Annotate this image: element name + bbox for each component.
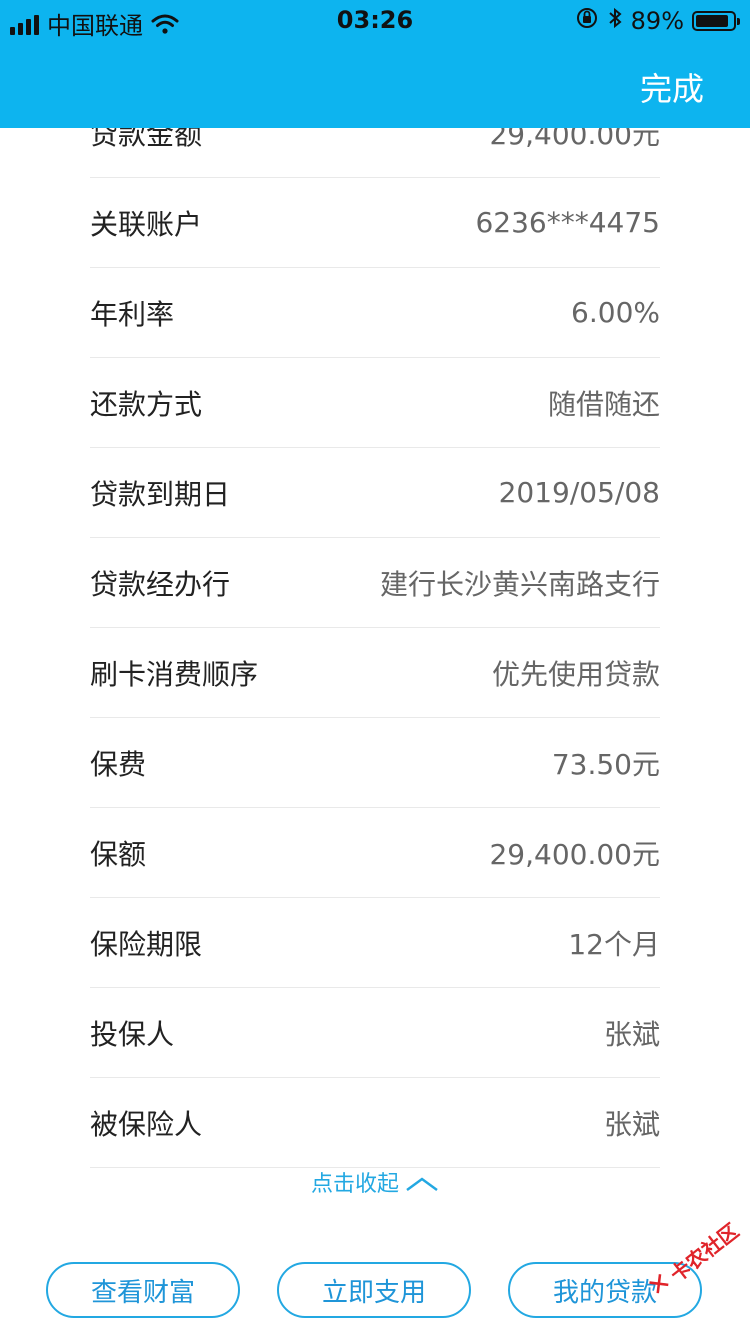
battery-cap [737, 18, 740, 25]
detail-row-annual-rate: 年利率 6.00% [90, 268, 660, 358]
detail-row-due-date: 贷款到期日 2019/05/08 [90, 448, 660, 538]
detail-label: 贷款到期日 [90, 477, 231, 511]
detail-value: 张斌 [603, 1017, 660, 1051]
detail-row-insured-amount: 保额 29,400.00元 [90, 808, 660, 898]
collapse-link[interactable]: 点击收起 [0, 1166, 750, 1198]
detail-label: 保费 [90, 747, 147, 781]
detail-value: 12个月 [568, 927, 660, 961]
detail-row-repayment-method: 还款方式 随借随还 [90, 358, 660, 448]
detail-label: 关联账户 [90, 207, 203, 241]
battery-fill [696, 15, 728, 27]
detail-row-insurance-term: 保险期限 12个月 [90, 898, 660, 988]
detail-label: 年利率 [90, 297, 175, 331]
screen: 贷款金额 29,400.00元 关联账户 6236***4475 年利率 6.0… [0, 0, 750, 1334]
detail-value: 建行长沙黄兴南路支行 [379, 567, 660, 601]
detail-row-card-payment-order: 刷卡消费顺序 优先使用贷款 [90, 628, 660, 718]
detail-value: 优先使用贷款 [491, 657, 660, 691]
detail-row-handling-bank: 贷款经办行 建行长沙黄兴南路支行 [90, 538, 660, 628]
detail-value: 张斌 [603, 1107, 660, 1141]
detail-label: 被保险人 [90, 1107, 203, 1141]
header: 中国联通 03:26 89% 完成 [0, 0, 750, 128]
loan-details-list: 贷款金额 29,400.00元 关联账户 6236***4475 年利率 6.0… [90, 88, 660, 1168]
chevron-up-icon [405, 1173, 439, 1198]
detail-value: 6236***4475 [475, 206, 660, 239]
detail-row-insured-person: 被保险人 张斌 [90, 1078, 660, 1168]
detail-value: 73.50元 [551, 747, 660, 781]
detail-row-premium: 保费 73.50元 [90, 718, 660, 808]
status-bar: 中国联通 03:26 89% [0, 0, 750, 40]
detail-label: 刷卡消费顺序 [90, 657, 259, 691]
detail-row-linked-account: 关联账户 6236***4475 [90, 178, 660, 268]
detail-label: 保险期限 [90, 927, 203, 961]
detail-value: 2019/05/08 [498, 476, 660, 509]
collapse-label: 点击收起 [310, 1172, 399, 1197]
status-right: 89% [575, 6, 740, 36]
detail-value: 29,400.00元 [489, 837, 660, 871]
detail-value: 随借随还 [547, 387, 660, 421]
detail-row-policyholder: 投保人 张斌 [90, 988, 660, 1078]
detail-label: 贷款经办行 [90, 567, 231, 601]
detail-value: 6.00% [571, 296, 660, 329]
orientation-lock-icon [575, 6, 599, 36]
bluetooth-icon [607, 6, 623, 36]
battery-icon [692, 11, 740, 31]
action-bar: 查看财富 立即支用 我的贷款 [46, 1262, 702, 1318]
done-button[interactable]: 完成 [640, 64, 704, 110]
detail-label: 保额 [90, 837, 147, 871]
use-now-button[interactable]: 立即支用 [277, 1262, 471, 1318]
detail-label: 投保人 [90, 1017, 175, 1051]
view-wealth-button[interactable]: 查看财富 [46, 1262, 240, 1318]
watermark-text: 卡农社区 [665, 1218, 744, 1287]
battery-percent: 89% [630, 7, 684, 35]
detail-label: 还款方式 [90, 387, 203, 421]
